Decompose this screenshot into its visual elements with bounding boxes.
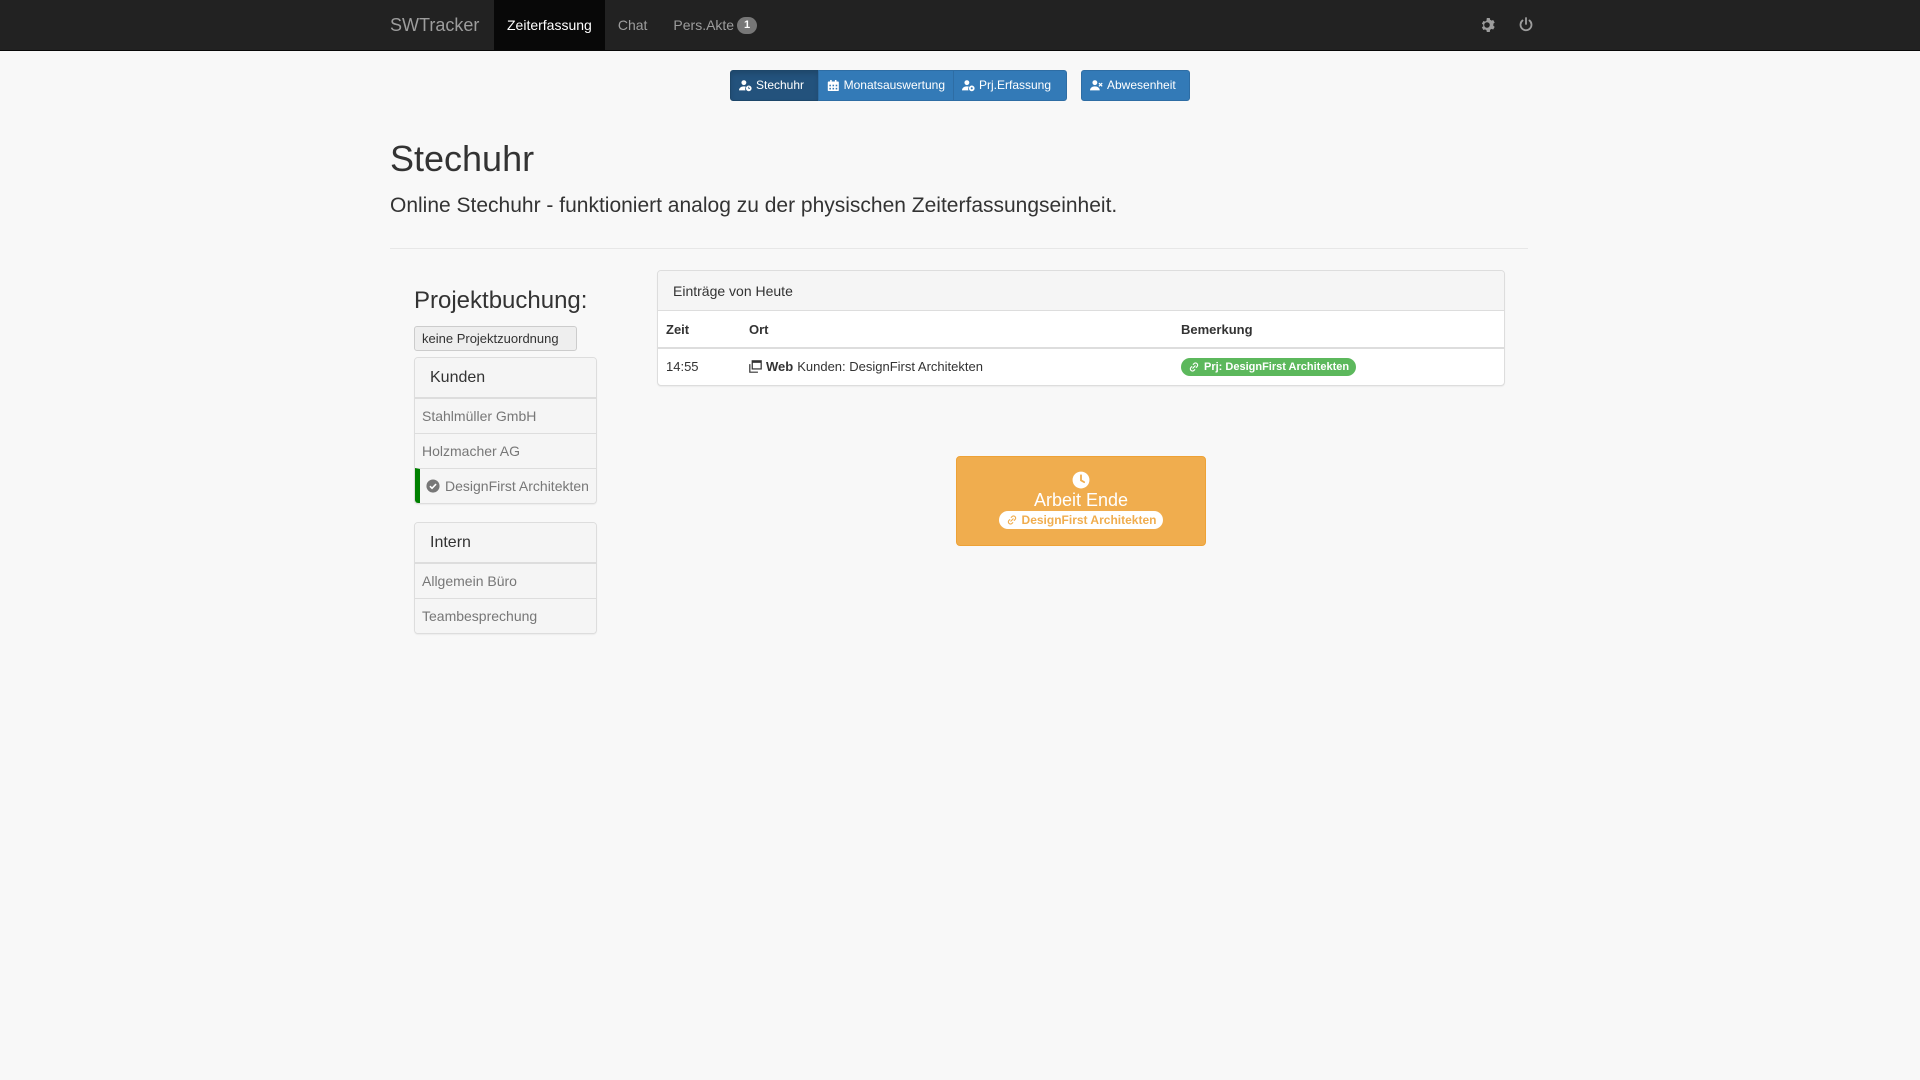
window-icon [749, 360, 762, 373]
panel-heading: Kunden [415, 358, 596, 398]
link-icon [1189, 361, 1199, 372]
arbeit-ende-button[interactable]: Arbeit Ende DesignFirst Architekten [956, 456, 1206, 546]
list-item-label: Teambesprechung [422, 607, 538, 624]
divider [390, 248, 1528, 249]
prj-erfassung-button[interactable]: Prj.Erfassung [953, 70, 1067, 101]
ort-source: Web [766, 359, 794, 374]
check-circle-icon [426, 479, 440, 493]
project-label-text: Prj: DesignFirst Architekten [1204, 360, 1350, 373]
entries-table: Zeit Ort Bemerkung 14:55 Web Kunden: Des… [658, 311, 1504, 384]
user-times-icon [1090, 80, 1103, 91]
ort-text: Kunden: DesignFirst Architekten [797, 359, 983, 374]
list-item-stahlmueller[interactable]: Stahlmüller GmbH [415, 398, 596, 433]
stechuhr-button[interactable]: Stechuhr [730, 70, 819, 101]
nav-item-pers-akte[interactable]: Pers.Akte 1 [660, 0, 770, 50]
entries-panel: Einträge von Heute Zeit Ort Bemerkung 14… [657, 270, 1505, 386]
nav-item-label: Chat [617, 17, 648, 33]
main-nav: Zeiterfassung Chat Pers.Akte 1 [494, 0, 770, 50]
button-label: Stechuhr [756, 78, 805, 92]
user-clock-icon [739, 80, 752, 92]
keine-projektzuordnung-button[interactable]: keine Projektzuordnung [414, 326, 577, 351]
button-label: Prj.Erfassung [979, 78, 1052, 92]
notification-badge: 1 [737, 16, 758, 34]
link-icon [1007, 515, 1016, 525]
nav-item-zeiterfassung[interactable]: Zeiterfassung [494, 0, 605, 50]
panel-heading: Intern [415, 523, 596, 563]
current-project-pill: DesignFirst Architekten [998, 511, 1164, 529]
list-item-designfirst[interactable]: DesignFirst Architekten [415, 468, 596, 503]
list-item-allgemein-buero[interactable]: Allgemein Büro [415, 563, 596, 598]
intern-panel: Intern Allgemein Büro Teambesprechung [414, 522, 597, 634]
current-project-text: DesignFirst Architekten [1021, 513, 1157, 527]
gear-icon [1481, 18, 1495, 32]
power-icon [1519, 17, 1533, 32]
table-row: 14:55 Web Kunden: DesignFirst Architekte… [658, 348, 1504, 384]
projektbuchung-title: Projektbuchung: [414, 287, 588, 314]
nav-item-chat[interactable]: Chat [605, 0, 661, 50]
entries-heading: Einträge von Heute [658, 271, 1504, 311]
calendar-icon [827, 79, 839, 92]
project-label: Prj: DesignFirst Architekten [1181, 357, 1357, 376]
brand-logo[interactable]: SWTracker [390, 0, 479, 50]
button-label: Abwesenheit [1107, 78, 1176, 92]
abwesenheit-button[interactable]: Abwesenheit [1081, 70, 1190, 101]
button-label: Monatsauswertung [843, 78, 945, 92]
column-header-ort: Ort [741, 311, 1173, 349]
top-navbar: SWTracker Zeiterfassung Chat Pers.Akte 1 [0, 0, 1920, 51]
clock-icon [1072, 471, 1090, 489]
nav-item-label: Pers.Akte [673, 17, 735, 33]
list-item-label: DesignFirst Architekten [445, 477, 589, 494]
cell-zeit: 14:55 [666, 359, 699, 374]
logout-button[interactable] [1518, 0, 1534, 50]
list-item-teambesprechung[interactable]: Teambesprechung [415, 598, 596, 633]
monatsauswertung-button[interactable]: Monatsauswertung [818, 70, 954, 101]
cell-bemerkung: Prj: DesignFirst Architekten [1173, 348, 1504, 384]
table-header-row: Zeit Ort Bemerkung [658, 311, 1504, 349]
nav-item-label: Zeiterfassung [507, 17, 592, 33]
list-item-label: Holzmacher AG [422, 442, 521, 459]
page-lead: Online Stechuhr - funktioniert analog zu… [390, 194, 1118, 217]
list-item-label: Stahlmüller GmbH [422, 407, 537, 424]
user-gear-icon [962, 80, 975, 92]
list-item-label: Allgemein Büro [422, 572, 517, 589]
column-header-zeit: Zeit [658, 311, 741, 349]
column-header-bemerkung: Bemerkung [1173, 311, 1504, 349]
arbeit-ende-label: Arbeit Ende [1033, 490, 1129, 510]
cell-ort: Web Kunden: DesignFirst Architekten [741, 348, 1173, 384]
kunden-panel: Kunden Stahlmüller GmbH Holzmacher AG De… [414, 357, 597, 504]
page-title: Stechuhr [390, 138, 535, 179]
list-item-holzmacher[interactable]: Holzmacher AG [415, 433, 596, 468]
settings-button[interactable] [1479, 0, 1495, 50]
